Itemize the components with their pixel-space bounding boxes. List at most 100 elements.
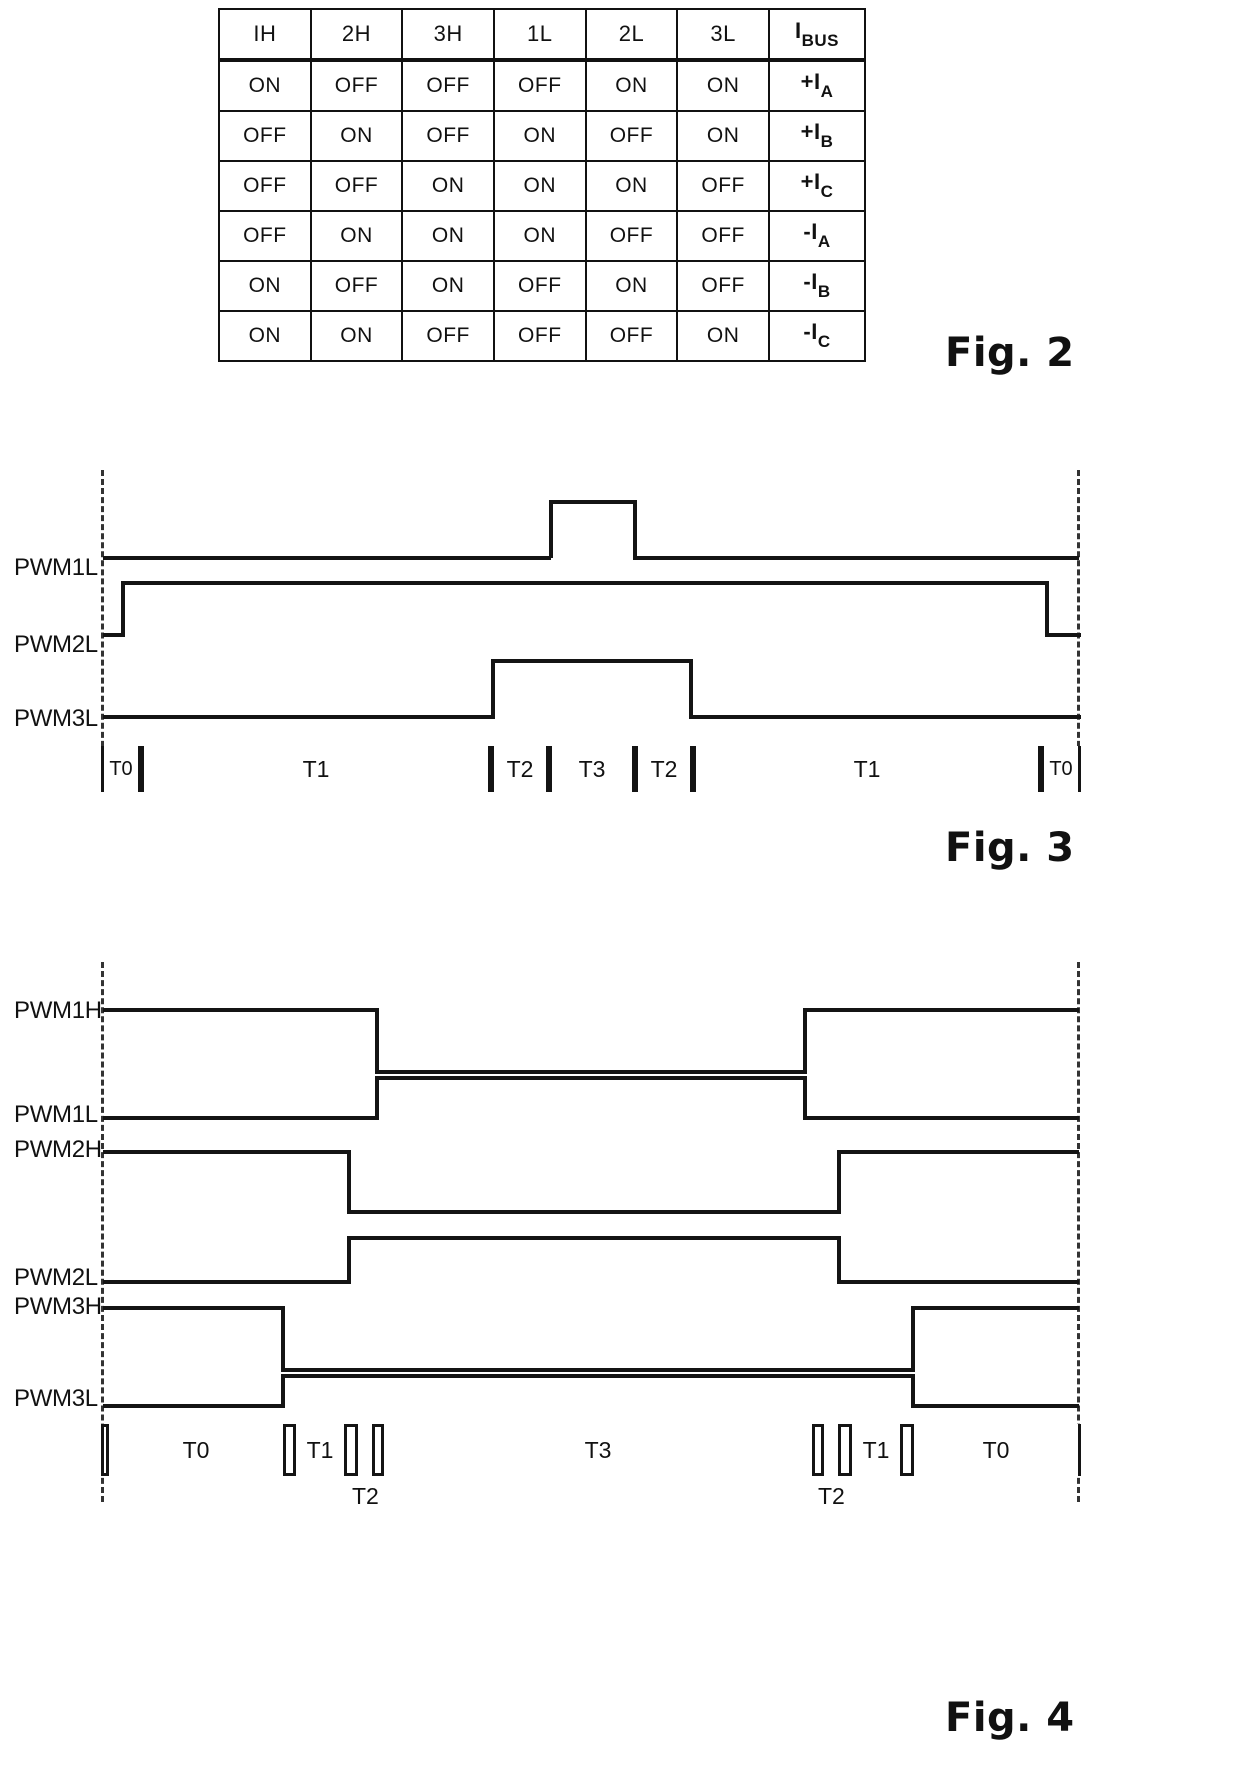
state-cell: OFF	[584, 210, 679, 262]
ibus-value: +IA	[800, 69, 834, 101]
state-cell: OFF	[676, 260, 770, 312]
state-cell: OFF	[401, 110, 495, 162]
fig4-pwm2l-seg	[347, 1236, 841, 1240]
state-cell: OFF	[492, 59, 587, 112]
fig3-pwm1l-seg	[633, 556, 1079, 560]
fig2-table-body: IH 2H 3H 1L 2L 3L IBUS ON OFF OFF OFF ON…	[218, 8, 866, 362]
fig4-label-pwm1h: PWM1H	[14, 997, 102, 1024]
ibus-value: -IA	[803, 219, 831, 251]
ibus-cell: -IB	[768, 260, 866, 312]
state-cell: ON	[218, 310, 312, 362]
fig4-pwm3h-seg	[911, 1306, 1079, 1310]
state-cell: OFF	[676, 210, 770, 262]
fig2-header-cell: 3L	[676, 8, 770, 62]
ibus-value: -IC	[803, 319, 831, 351]
fig4-pwm1h-seg	[803, 1008, 1079, 1012]
fig4-caption: Fig. 4	[945, 1695, 1075, 1741]
fig4-time-cell-t2a	[355, 1424, 375, 1476]
state-cell: ON	[584, 160, 679, 212]
fig4-time-cell-t3: T3	[381, 1424, 815, 1476]
fig3-time-cell-t2b: T2	[635, 746, 693, 792]
fig4-time-cell-t1b: T1	[849, 1424, 903, 1476]
state-cell: ON	[218, 260, 312, 312]
fig4-pwm2h-seg	[837, 1150, 1079, 1154]
fig4-pwm3h-seg	[281, 1368, 915, 1372]
fig3-pwm3l-seg	[491, 659, 693, 663]
fig2-header-cell: IH	[218, 8, 312, 62]
fig3-time-cell-t0b: T0	[1041, 746, 1081, 792]
table-row: ON OFF ON OFF ON OFF -IB	[218, 260, 866, 312]
fig4-pwm3h-seg	[281, 1306, 285, 1372]
ibus-value: +IB	[800, 119, 834, 151]
fig4-pwm3l-seg	[911, 1374, 915, 1408]
fig3-label-pwm2l: PWM2L	[14, 631, 98, 658]
fig4-pwm1l-seg	[375, 1076, 807, 1080]
fig4-time-cell-t0b: T0	[911, 1424, 1081, 1476]
fig4-t2-callout-right: T2	[818, 1483, 845, 1509]
fig4-pwm2l-seg	[837, 1236, 841, 1284]
fig4-time-cell-t2b	[821, 1424, 841, 1476]
fig3-time-cell-t0: T0	[101, 746, 141, 792]
fig2-caption: Fig. 2	[945, 330, 1075, 376]
state-cell: ON	[676, 310, 770, 362]
fig4-pwm3l-seg	[911, 1404, 1079, 1408]
ibus-symbol: IBUS	[794, 18, 840, 50]
fig4-pwm1l-seg	[803, 1116, 1079, 1120]
fig4-pwm1h-seg	[103, 1008, 379, 1012]
fig2-header-cell: 2L	[584, 8, 679, 62]
ibus-value: +IC	[800, 169, 834, 201]
fig4-pwm1h-seg	[375, 1070, 807, 1074]
state-cell: ON	[584, 59, 679, 112]
state-cell: OFF	[492, 310, 587, 362]
state-cell: OFF	[218, 210, 312, 262]
fig4-time-cell-t1: T1	[293, 1424, 347, 1476]
fig2-switching-state-table: IH 2H 3H 1L 2L 3L IBUS ON OFF OFF OFF ON…	[218, 8, 866, 362]
fig2-header-cell: 3H	[401, 8, 495, 62]
state-cell: OFF	[401, 59, 495, 112]
fig4-left-axis	[101, 962, 104, 1502]
fig4-pwm3l-seg	[281, 1374, 915, 1378]
fig3-pwm2l-seg	[121, 581, 1049, 585]
fig2-header-cell: 2H	[309, 8, 404, 62]
state-cell: OFF	[492, 260, 587, 312]
fig4-pwm3h-seg	[911, 1306, 915, 1372]
fig2-header-cell-ibus: IBUS	[768, 8, 866, 62]
state-cell: ON	[218, 59, 312, 112]
state-cell: OFF	[584, 310, 679, 362]
table-row: OFF OFF ON ON ON OFF +IC	[218, 160, 866, 212]
fig3-pwm2l-seg	[1045, 581, 1049, 637]
fig4-pwm1l-seg	[103, 1116, 377, 1120]
state-cell: OFF	[218, 160, 312, 212]
ibus-cell: -IA	[768, 210, 866, 262]
state-cell: ON	[309, 110, 404, 162]
fig4-label-pwm2h: PWM2H	[14, 1136, 102, 1163]
fig4-pwm1h-seg	[803, 1008, 807, 1074]
state-cell: ON	[401, 260, 495, 312]
fig4-pwm2l-seg	[103, 1280, 351, 1284]
fig4-pwm2h-seg	[837, 1150, 841, 1214]
state-cell: OFF	[309, 260, 404, 312]
fig4-pwm2h-seg	[103, 1150, 351, 1154]
fig4-pwm1l-seg	[375, 1076, 379, 1120]
fig3-pwm3l-seg	[689, 715, 1081, 719]
ibus-cell: -IC	[768, 310, 866, 362]
fig3-time-cell-t3: T3	[549, 746, 635, 792]
state-cell: OFF	[309, 160, 404, 212]
fig4-right-axis	[1077, 962, 1080, 1502]
fig3-caption: Fig. 3	[945, 825, 1075, 871]
fig4-label-pwm3l: PWM3L	[14, 1385, 98, 1412]
fig3-left-axis	[101, 470, 104, 792]
state-cell: ON	[309, 210, 404, 262]
state-cell: ON	[309, 310, 404, 362]
fig3-pwm1l-seg	[549, 500, 637, 504]
fig3-pwm3l-seg	[491, 659, 495, 719]
state-cell: ON	[584, 260, 679, 312]
fig3-pwm1l-seg	[633, 500, 637, 558]
state-cell: ON	[676, 110, 770, 162]
state-cell: OFF	[401, 310, 495, 362]
fig2-header-cell: 1L	[492, 8, 587, 62]
fig4-pwm2h-seg	[347, 1150, 351, 1214]
fig4-pwm1h-seg	[375, 1008, 379, 1074]
table-row: ON OFF OFF OFF ON ON +IA	[218, 59, 866, 112]
fig3-time-cell-t1: T1	[141, 746, 491, 792]
